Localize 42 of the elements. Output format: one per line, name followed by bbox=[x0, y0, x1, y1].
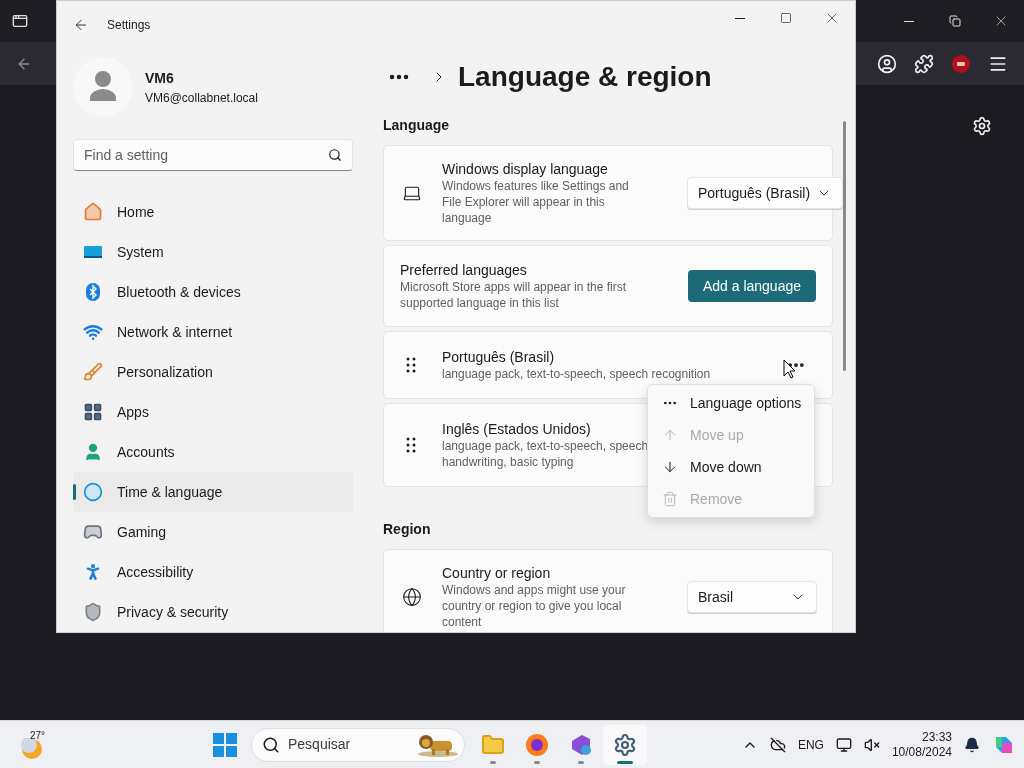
page-title: Language & region bbox=[458, 60, 712, 94]
taskbar-search[interactable]: Pesquisar bbox=[251, 727, 465, 762]
nav-item[interactable]: Home bbox=[73, 192, 353, 232]
window-title: Settings bbox=[107, 17, 151, 34]
add-language-button[interactable]: Add a language bbox=[687, 270, 816, 302]
section-heading: Region bbox=[383, 520, 432, 539]
time: 23:33 bbox=[921, 729, 952, 745]
nav-item[interactable]: Accounts bbox=[73, 432, 353, 472]
input-language[interactable]: ENG bbox=[797, 735, 824, 754]
nav-item[interactable]: System bbox=[73, 232, 353, 272]
nav-item[interactable]: Network & internet bbox=[73, 312, 353, 352]
setting-title: Windows display language bbox=[442, 160, 609, 178]
nav-item[interactable]: Bluetooth & devices bbox=[73, 272, 353, 312]
dropdown[interactable]: Português (Brasil) bbox=[687, 177, 843, 209]
setting-title: Country or region bbox=[442, 564, 552, 582]
menu-item[interactable]: Move down bbox=[648, 451, 814, 483]
nav-item[interactable]: Accessibility bbox=[73, 552, 353, 592]
setting-description: Windows features like Settings and File Explorer will appear in this language bbox=[442, 178, 630, 226]
setting-description: Windows and apps might use your country or region to give you local content bbox=[442, 582, 627, 630]
nav-item[interactable]: Apps bbox=[73, 392, 353, 432]
setting-title: Inglês (Estados Unidos) bbox=[442, 420, 591, 438]
temperature: 27° bbox=[30, 728, 46, 743]
user-email: VM6@collabnet.local bbox=[145, 89, 258, 107]
user-name: VM6 bbox=[145, 68, 175, 88]
date: 10/08/2024 bbox=[891, 744, 952, 760]
menu-item[interactable]: Language options bbox=[648, 387, 814, 419]
search-placeholder: Find a setting bbox=[84, 145, 170, 165]
search-placeholder: Pesquisar bbox=[288, 735, 352, 754]
nav-item[interactable]: Gaming bbox=[73, 512, 353, 552]
setting-description: language pack, text-to-speech, speech bbox=[442, 438, 649, 454]
setting-description: language pack, text-to-speech, speech recognition bbox=[442, 366, 711, 382]
search-field[interactable]: Find a setting bbox=[73, 139, 353, 171]
section-heading: Language bbox=[383, 116, 451, 135]
setting-title: Português (Brasil) bbox=[442, 348, 555, 366]
nav-item[interactable]: Time & language bbox=[73, 472, 353, 512]
setting-description: handwriting, basic typing bbox=[442, 454, 574, 470]
clock[interactable]: 23:33 10/08/2024 bbox=[891, 729, 952, 760]
setting-description: Microsoft Store apps will appear in the first supported language in this list bbox=[400, 279, 628, 311]
setting-title: Preferred languages bbox=[400, 261, 528, 279]
dropdown[interactable]: Brasil bbox=[687, 581, 817, 613]
nav-item[interactable]: Privacy & security bbox=[73, 592, 353, 632]
nav-item[interactable]: Personalization bbox=[73, 352, 353, 392]
